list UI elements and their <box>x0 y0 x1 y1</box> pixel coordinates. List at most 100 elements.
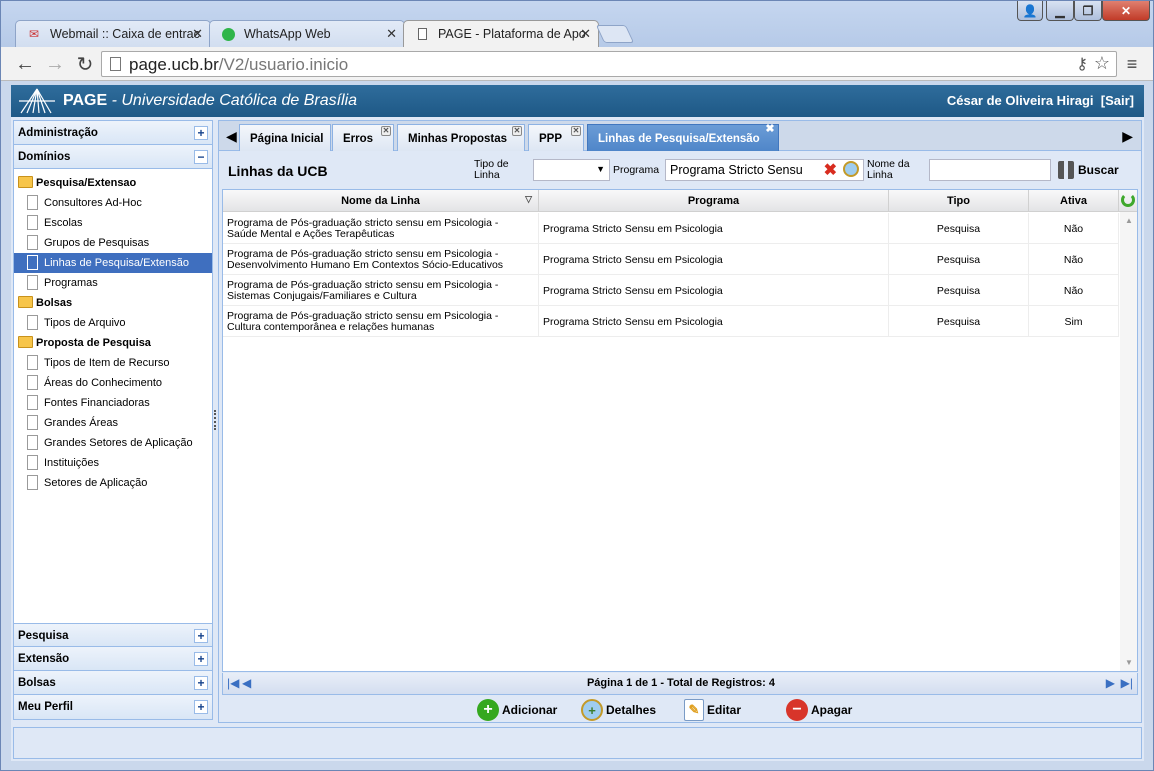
browser-toolbar: ← → ↻ page.ucb.br/V2/usuario.inicio ⚷ ☆ … <box>1 47 1153 81</box>
sort-icon[interactable]: ▽ <box>525 194 532 205</box>
accordion-meu-perfil[interactable]: Meu Perfil + <box>14 695 212 719</box>
programa-field[interactable]: Programa Stricto Sensu ✖ <box>665 159 864 181</box>
details-label: Detalhes <box>606 703 657 717</box>
document-icon <box>27 475 38 490</box>
close-icon[interactable]: ✕ <box>381 126 391 136</box>
scroll-down-icon[interactable]: ▼ <box>1125 658 1133 667</box>
close-icon[interactable]: ✕ <box>386 26 397 42</box>
expand-icon[interactable]: + <box>194 676 208 690</box>
table-row[interactable]: Programa de Pós-graduação stricto sensu … <box>223 213 1119 244</box>
expand-icon[interactable]: + <box>194 700 208 714</box>
user-icon[interactable]: 👤 <box>1017 1 1043 21</box>
tab-ppp[interactable]: PPP ✕ <box>528 124 584 151</box>
browser-tab-page[interactable]: PAGE - Plataforma de Apo ✕ <box>403 20 599 47</box>
nome-input[interactable] <box>929 159 1051 181</box>
logout-link[interactable]: [Sair] <box>1101 93 1134 108</box>
tree-item-tipos-arquivo[interactable]: Tipos de Arquivo <box>14 313 212 333</box>
tab-pagina-inicial[interactable]: Página Inicial <box>239 124 331 151</box>
cell-programa: Programa Stricto Sensu em Psicologia <box>539 275 889 306</box>
expand-icon[interactable]: + <box>194 652 208 666</box>
tree-label: Grupos de Pesquisas <box>44 237 150 249</box>
accordion-pesquisa[interactable]: Pesquisa + <box>14 623 212 647</box>
window-close-button[interactable]: ✕ <box>1102 1 1150 21</box>
table-row[interactable]: Programa de Pós-graduação stricto sensu … <box>223 306 1119 337</box>
browser-tab-whatsapp[interactable]: WhatsApp Web ✕ <box>209 20 405 47</box>
programa-value: Programa Stricto Sensu <box>670 163 803 177</box>
tree-item-grandes-areas[interactable]: Grandes Áreas <box>14 413 212 433</box>
close-icon[interactable]: ✕ <box>512 126 522 136</box>
column-header-ativa[interactable]: Ativa <box>1029 190 1119 212</box>
forward-arrow-icon[interactable]: → <box>43 52 67 76</box>
grid-scrollbar[interactable]: ▲ ▼ <box>1120 212 1137 671</box>
scroll-right-icon[interactable]: ▶ <box>1122 128 1133 145</box>
tree-item-escolas[interactable]: Escolas <box>14 213 212 233</box>
tree-item-fontes[interactable]: Fontes Financiadoras <box>14 393 212 413</box>
table-row[interactable]: Programa de Pós-graduação stricto sensu … <box>223 275 1119 306</box>
close-icon[interactable]: ✕ <box>571 126 581 136</box>
tab-minhas-propostas[interactable]: Minhas Propostas ✕ <box>397 124 525 151</box>
tree-folder-pesquisa-extensao[interactable]: Pesquisa/Extensao <box>14 173 212 193</box>
clear-icon[interactable]: ✖ <box>821 160 837 180</box>
grid-header: Nome da Linha ▽ Programa Tipo Ativa <box>223 190 1137 212</box>
delete-label: Apagar <box>811 703 853 717</box>
address-bar[interactable]: page.ucb.br/V2/usuario.inicio ⚷ ☆ <box>101 51 1117 77</box>
minimize-button[interactable]: ▁ <box>1046 1 1074 21</box>
tree-item-areas[interactable]: Áreas do Conhecimento <box>14 373 212 393</box>
column-header-tipo[interactable]: Tipo <box>889 190 1029 212</box>
delete-button[interactable]: − Apagar <box>786 698 852 722</box>
action-bar: + Adicionar + Detalhes ✎ Editar − Apagar <box>219 698 1141 722</box>
tree-item-tipos-item[interactable]: Tipos de Item de Recurso <box>14 353 212 373</box>
accordion-administracao[interactable]: Administração + <box>14 121 212 145</box>
refresh-icon[interactable] <box>1121 193 1135 207</box>
close-icon[interactable]: ✕ <box>580 26 591 42</box>
binoculars-icon <box>1058 161 1074 179</box>
maximize-button[interactable]: ❐ <box>1074 1 1102 21</box>
tree-item-linhas[interactable]: Linhas de Pesquisa/Extensão <box>14 253 212 273</box>
accordion-label: Extensão <box>18 653 70 665</box>
last-page-icon[interactable]: ▶| <box>1121 676 1133 690</box>
tree-folder-proposta[interactable]: Proposta de Pesquisa <box>14 333 212 353</box>
reload-icon[interactable]: ↻ <box>73 52 97 76</box>
search-icon[interactable] <box>843 161 859 177</box>
menu-icon[interactable]: ≡ <box>1120 52 1144 76</box>
new-tab-button[interactable] <box>595 25 635 43</box>
scroll-left-icon[interactable]: ◀ <box>226 128 237 145</box>
star-icon[interactable]: ☆ <box>1094 53 1110 74</box>
column-header-programa[interactable]: Programa <box>539 190 889 212</box>
back-arrow-icon[interactable]: ← <box>13 52 37 76</box>
table-row[interactable]: Programa de Pós-graduação stricto sensu … <box>223 244 1119 275</box>
key-icon[interactable]: ⚷ <box>1076 54 1088 74</box>
expand-icon[interactable]: + <box>194 629 208 643</box>
tab-erros[interactable]: Erros ✕ <box>332 124 394 151</box>
tree-item-programas[interactable]: Programas <box>14 273 212 293</box>
accordion-extensao[interactable]: Extensão + <box>14 647 212 671</box>
grid-title: Linhas da UCB <box>228 163 328 179</box>
add-button[interactable]: + Adicionar <box>477 698 557 722</box>
cell-text: Sistemas Conjugais/Familiares e Cultura <box>227 289 417 302</box>
accordion-bolsas[interactable]: Bolsas + <box>14 671 212 695</box>
scroll-up-icon[interactable]: ▲ <box>1125 216 1133 225</box>
tab-linhas-pesquisa[interactable]: Linhas de Pesquisa/Extensão ✖ <box>587 124 779 151</box>
tree-item-consultores[interactable]: Consultores Ad-Hoc <box>14 193 212 213</box>
cell-text: Cultura contemporânea e relações humanas <box>227 320 435 333</box>
collapse-icon[interactable]: − <box>194 150 208 164</box>
close-icon[interactable]: ✕ <box>192 26 203 42</box>
next-page-icon[interactable]: ▶ <box>1106 676 1115 690</box>
search-button[interactable]: Buscar <box>1058 161 1119 179</box>
app-header: PAGE - Universidade Católica de Brasília… <box>11 85 1144 117</box>
tree-item-setores[interactable]: Setores de Aplicação <box>14 473 212 493</box>
tipo-select[interactable]: ▼ <box>533 159 610 181</box>
expand-icon[interactable]: + <box>194 126 208 140</box>
tree-item-instituicoes[interactable]: Instituições <box>14 453 212 473</box>
browser-tab-webmail[interactable]: ✉ Webmail :: Caixa de entrac ✕ <box>15 20 211 47</box>
data-grid: Nome da Linha ▽ Programa Tipo Ativa Progr… <box>222 189 1138 672</box>
tree-folder-bolsas[interactable]: Bolsas <box>14 293 212 313</box>
column-header-nome[interactable]: Nome da Linha ▽ <box>223 190 539 212</box>
close-icon[interactable]: ✖ <box>765 124 775 135</box>
accordion-dominios[interactable]: Domínios − <box>14 145 212 169</box>
tree-item-grupos[interactable]: Grupos de Pesquisas <box>14 233 212 253</box>
details-button[interactable]: + Detalhes <box>581 698 656 722</box>
edit-button[interactable]: ✎ Editar <box>684 698 741 722</box>
splitter-handle[interactable] <box>214 410 217 430</box>
tree-item-grandes-setores[interactable]: Grandes Setores de Aplicação <box>14 433 212 453</box>
